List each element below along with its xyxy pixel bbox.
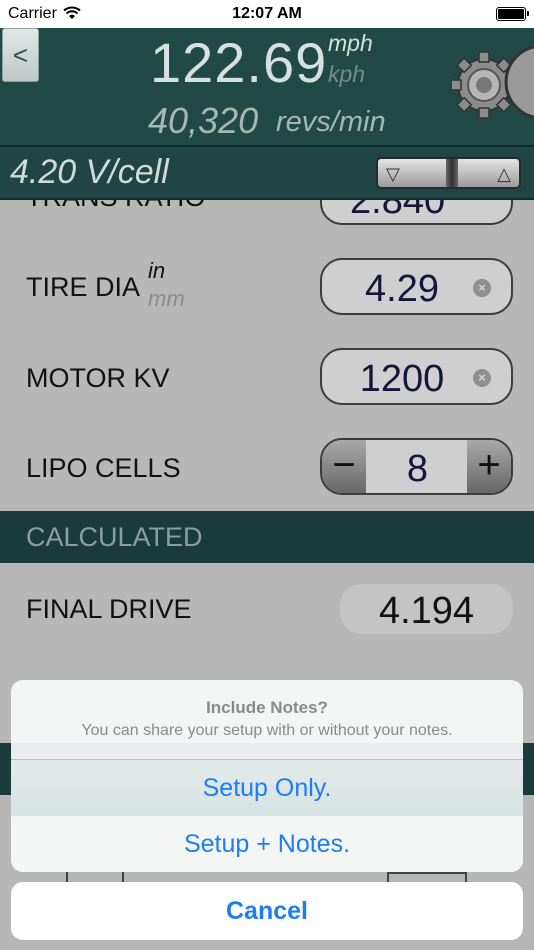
final-drive-field: 4.194 — [340, 584, 513, 634]
action-sheet-title: Include Notes? — [206, 698, 328, 717]
calculated-section-header: CALCULATED — [0, 511, 534, 563]
voltage-value: 4.20 V/cell — [10, 153, 169, 191]
unit-kph-toggle[interactable]: kph — [328, 61, 365, 88]
setup-notes-button[interactable]: Setup + Notes. — [11, 816, 523, 872]
gear-icon[interactable] — [452, 40, 534, 130]
minus-button[interactable]: − — [322, 440, 366, 493]
action-sheet: Include Notes? You can share your setup … — [11, 680, 523, 872]
lipo-cells-stepper: − 8 + — [320, 438, 513, 495]
motor-kv-value: 1200 — [359, 358, 445, 400]
clear-icon[interactable]: × — [473, 279, 491, 297]
revs-value: 40,320 — [148, 100, 259, 141]
tire-dia-label: TIRE DIA — [26, 272, 141, 302]
lipo-cells-value: 8 — [406, 448, 429, 490]
tire-dia-field[interactable]: 4.29 × — [320, 258, 513, 315]
chevron-left-icon: < — [12, 39, 29, 70]
final-drive-value: 4.194 — [378, 590, 475, 632]
setup-only-button[interactable]: Setup Only. — [11, 760, 523, 816]
voltage-bar: 4.20 V/cell ▽ △ — [0, 145, 534, 200]
motor-kv-field[interactable]: 1200 × — [320, 348, 513, 405]
status-bar: Carrier 12:07 AM — [0, 0, 534, 28]
plus-button[interactable]: + — [467, 440, 511, 493]
trans-ratio-label: TRANS RATIO — [26, 200, 206, 213]
lipo-cells-label: LIPO CELLS — [26, 453, 181, 483]
trans-ratio-field[interactable]: 2.840 — [320, 200, 513, 225]
back-button[interactable]: < — [2, 28, 39, 82]
trans-ratio-value: 2.840 — [350, 200, 446, 222]
voltage-slider[interactable]: ▽ △ — [376, 157, 521, 189]
tire-unit-mm-toggle[interactable]: mm — [148, 286, 185, 312]
cancel-button[interactable]: Cancel — [11, 882, 523, 940]
clear-icon[interactable]: × — [473, 369, 491, 387]
tire-dia-value: 4.29 — [365, 268, 439, 310]
unit-mph-toggle[interactable]: mph — [328, 30, 373, 57]
speed-header: < 122.69 mph kph 40,320 revs/min — [0, 28, 534, 145]
motor-kv-label: MOTOR KV — [26, 363, 170, 393]
action-sheet-message: You can share your setup with or without… — [81, 722, 453, 739]
triangle-down-icon[interactable]: ▽ — [386, 164, 400, 185]
tire-unit-in-toggle[interactable]: in — [148, 258, 165, 284]
slider-thumb[interactable] — [446, 159, 458, 187]
speed-value: 122.69 — [150, 31, 328, 94]
battery-icon — [496, 7, 529, 21]
revs-unit: revs/min — [276, 106, 386, 138]
status-time: 12:07 AM — [232, 5, 302, 22]
triangle-up-icon[interactable]: △ — [497, 164, 511, 185]
final-drive-label: FINAL DRIVE — [26, 594, 192, 624]
